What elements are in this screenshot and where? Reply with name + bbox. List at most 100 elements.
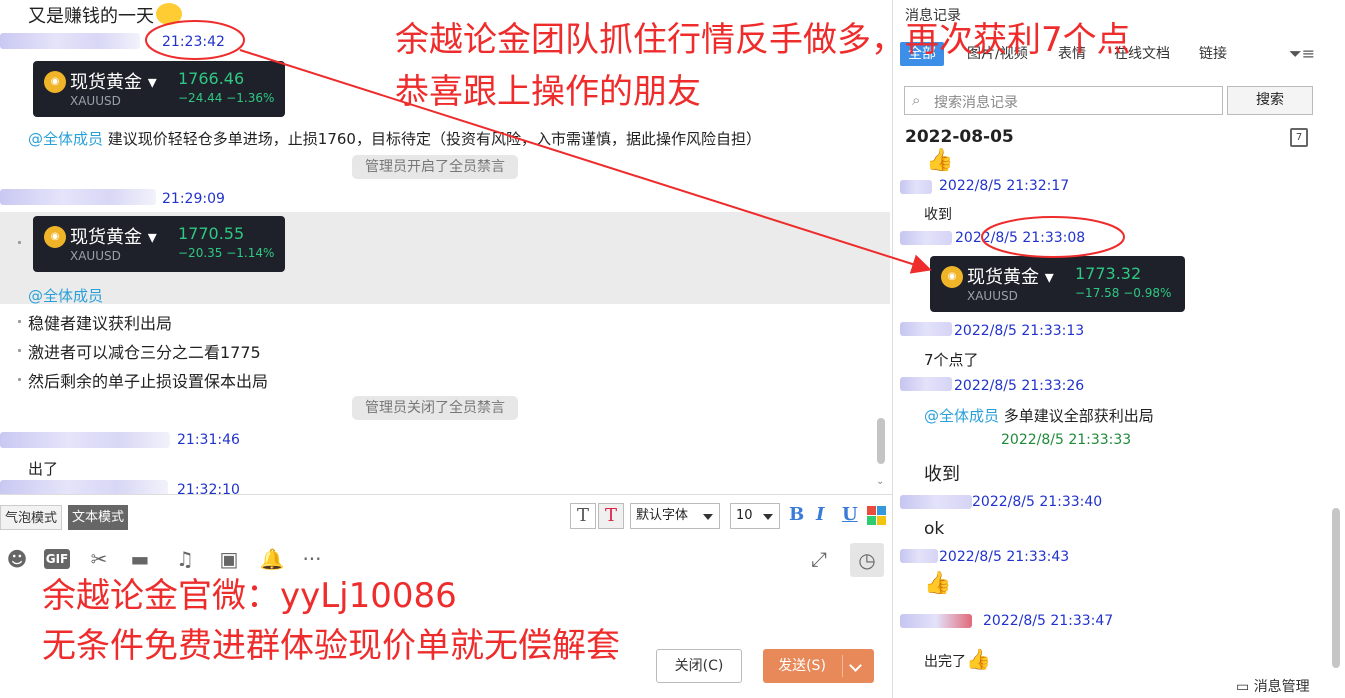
bold-button[interactable]: B bbox=[789, 504, 804, 525]
bullet-dot bbox=[18, 241, 21, 244]
history-timestamp: 2022/8/5 21:33:33 bbox=[1001, 432, 1132, 448]
advice-text: 建议现价轻轻仓多单进场，止损1760，目标待定（投资有风险，入市需谨慎，据此操作… bbox=[107, 130, 761, 148]
chevron-down-icon[interactable] bbox=[849, 659, 862, 672]
search-input[interactable]: ⌕ 搜索消息记录 bbox=[904, 86, 1223, 115]
calendar-icon[interactable]: 7 bbox=[1290, 128, 1308, 147]
blurred-username bbox=[900, 322, 952, 336]
chat-scrollbar[interactable] bbox=[877, 418, 885, 464]
advice-message: @全体成员 建议现价轻轻仓多单进场，止损1760，目标待定（投资有风险，入市需谨… bbox=[28, 128, 761, 149]
blurred-username bbox=[900, 495, 972, 509]
close-button[interactable]: 关闭(C) bbox=[656, 649, 742, 683]
header-line-text: 又是赚钱的一天 bbox=[28, 6, 154, 27]
message-history-panel: 消息记录 全部 图片/视频 表情 在线文档 链接 ⏷≡ ⌕ 搜索消息记录 搜索 … bbox=[893, 0, 1345, 698]
gold-coin-icon: ◉ bbox=[44, 226, 66, 248]
history-message-text: @全体成员 多单建议全部获利出局 bbox=[924, 405, 1154, 426]
history-scrollbar[interactable] bbox=[1332, 508, 1340, 668]
history-timestamp: 2022/8/5 21:33:13 bbox=[954, 323, 1085, 339]
bullet-text: 稳健者建议获利出局 bbox=[28, 314, 173, 333]
color-palette-icon[interactable] bbox=[867, 506, 886, 525]
gold-card-symbol: XAUUSD bbox=[70, 94, 121, 108]
history-timestamp: 2022/8/5 21:33:08 bbox=[955, 230, 1086, 246]
gold-card-name: 现货黄金 ▾ bbox=[70, 72, 157, 93]
history-timestamp: 2022/8/5 21:32:17 bbox=[939, 178, 1070, 194]
gold-quote-card[interactable]: ◉ 现货黄金 ▾ XAUUSD 1766.46 −24.44 −1.36% bbox=[33, 61, 285, 117]
blurred-username bbox=[900, 549, 938, 563]
font-style-icon[interactable]: T bbox=[570, 503, 596, 529]
gold-card-price: 1770.55 bbox=[178, 224, 245, 243]
overlay-headline-1: 余越论金团队抓住行情反手做多，再次获利7个点 bbox=[395, 20, 1131, 60]
history-message-body: 出完了 bbox=[924, 654, 966, 670]
size-select-value: 10 bbox=[736, 508, 753, 523]
blurred-username bbox=[0, 480, 168, 495]
scroll-down-icon[interactable]: ⌄ bbox=[876, 476, 884, 487]
blurred-username bbox=[0, 432, 170, 448]
history-message-text: 收到 bbox=[924, 207, 952, 223]
gold-card-symbol: XAUUSD bbox=[967, 289, 1018, 303]
gif-icon[interactable]: GIF bbox=[44, 549, 70, 569]
send-button[interactable]: 发送(S) bbox=[763, 649, 874, 683]
overlay-promo-1: 余越论金官微：yyLj10086 bbox=[42, 576, 457, 616]
history-timestamp: 2022/8/5 21:33:47 bbox=[983, 613, 1114, 629]
bullet-dot bbox=[18, 349, 21, 352]
filter-icon[interactable]: ⏷≡ bbox=[1289, 44, 1315, 64]
gold-card-price: 1773.32 bbox=[1075, 264, 1142, 283]
message-timestamp: 21:29:09 bbox=[162, 191, 225, 207]
message-timestamp: 21:23:42 bbox=[162, 34, 225, 50]
send-divider bbox=[842, 655, 843, 677]
thumbs-up-emoji-icon: 👍 bbox=[966, 647, 991, 671]
chevron-down-icon bbox=[763, 514, 773, 520]
search-button[interactable]: 搜索 bbox=[1227, 86, 1313, 115]
send-label: 发送(S) bbox=[778, 658, 826, 674]
history-message-text: ok bbox=[924, 519, 945, 539]
thumbs-up-emoji-icon: 👍 bbox=[926, 148, 954, 173]
history-message-text: 7个点了 bbox=[924, 351, 979, 369]
chevron-down-icon bbox=[703, 514, 713, 520]
message-text: 又是赚钱的一天 bbox=[28, 2, 182, 28]
tab-links[interactable]: 链接 bbox=[1191, 42, 1235, 66]
gold-card-change: −24.44 −1.36% bbox=[178, 91, 275, 105]
underline-button[interactable]: U bbox=[842, 504, 858, 525]
gold-card-change: −17.58 −0.98% bbox=[1075, 286, 1172, 300]
thumbs-up-emoji-icon: 👍 bbox=[924, 571, 952, 596]
bullet-text: 然后剩余的单子止损设置保本出局 bbox=[28, 372, 269, 391]
history-timestamp: 2022/8/5 21:33:26 bbox=[954, 378, 1085, 394]
font-family-select[interactable]: 默认字体 bbox=[630, 503, 720, 529]
history-timestamp: 2022/8/5 21:33:43 bbox=[939, 549, 1070, 565]
gold-quote-card[interactable]: ◉ 现货黄金 ▾ XAUUSD 1770.55 −20.35 −1.14% bbox=[33, 216, 285, 272]
bubble-mode-button[interactable]: 气泡模式 bbox=[0, 505, 63, 530]
message-timestamp: 21:31:46 bbox=[177, 432, 240, 448]
gold-quote-card[interactable]: ◉ 现货黄金 ▾ XAUUSD 1773.32 −17.58 −0.98% bbox=[930, 256, 1185, 312]
italic-button[interactable]: I bbox=[816, 504, 824, 525]
font-size-select[interactable]: 10 bbox=[730, 503, 780, 529]
gold-coin-icon: ◉ bbox=[941, 266, 963, 288]
blurred-username bbox=[900, 180, 932, 194]
bullet-dot bbox=[18, 320, 21, 323]
blurred-username bbox=[0, 189, 156, 205]
history-clock-icon[interactable]: ◷ bbox=[850, 543, 884, 577]
manage-label: 消息管理 bbox=[1253, 679, 1310, 695]
emoji-icon[interactable]: ☻ bbox=[4, 546, 30, 572]
mention-all[interactable]: @全体成员 bbox=[28, 130, 103, 148]
overlay-promo-2: 无条件免费进群体验现价单就无偿解套 bbox=[42, 626, 620, 666]
gold-card-symbol: XAUUSD bbox=[70, 249, 121, 263]
font-color-icon[interactable]: T bbox=[598, 503, 624, 529]
bullet-dot bbox=[18, 378, 21, 381]
text-mode-button[interactable]: 文本模式 bbox=[68, 505, 129, 530]
gold-card-change: −20.35 −1.14% bbox=[178, 246, 275, 260]
message-text: 出了 bbox=[28, 460, 59, 478]
chat-bubble-icon: ▭ bbox=[1236, 679, 1250, 695]
history-date: 2022-08-05 bbox=[905, 127, 1014, 147]
font-select-value: 默认字体 bbox=[636, 508, 689, 523]
message-management-button[interactable]: ▭ 消息管理 bbox=[1236, 676, 1310, 696]
expand-icon[interactable]: ⤢ bbox=[806, 546, 832, 572]
blurred-username bbox=[900, 231, 952, 245]
blurred-username bbox=[0, 33, 140, 49]
input-divider bbox=[0, 494, 892, 495]
mention-all[interactable]: @全体成员 bbox=[28, 285, 103, 306]
system-message-mute-off: 管理员关闭了全员禁言 bbox=[352, 396, 518, 420]
gold-card-name: 现货黄金 ▾ bbox=[967, 267, 1054, 288]
mention-all[interactable]: @全体成员 bbox=[924, 407, 999, 425]
bullet-text: 激进者可以减仓三分之二看1775 bbox=[28, 343, 261, 362]
history-message-text: 收到 bbox=[924, 464, 960, 485]
history-timestamp: 2022/8/5 21:33:40 bbox=[972, 494, 1103, 510]
